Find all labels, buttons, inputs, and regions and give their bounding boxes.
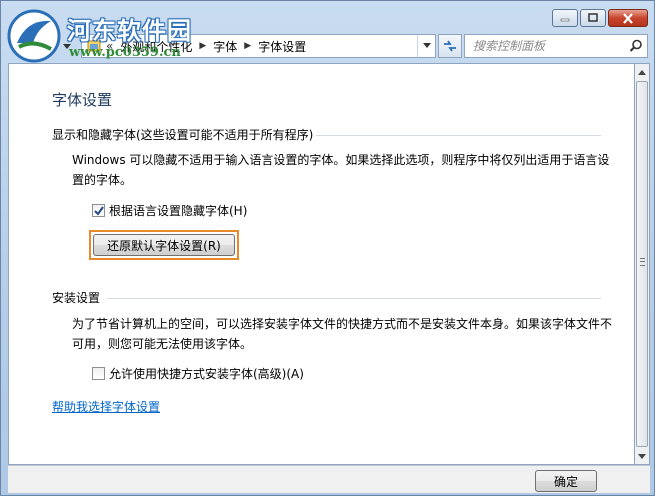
install-shortcut-checkbox-label[interactable]: 允许使用快捷方式安装字体(高级)(A) xyxy=(109,365,304,382)
watermark-logo-icon xyxy=(7,9,61,63)
scrollbar-grip-icon xyxy=(640,258,645,266)
section-divider xyxy=(107,298,601,299)
help-link[interactable]: 帮助我选择字体设置 xyxy=(52,398,160,415)
minimize-button[interactable] xyxy=(552,9,578,27)
install-shortcut-checkbox-row[interactable]: 允许使用快捷方式安装字体(高级)(A) xyxy=(92,365,304,382)
scroll-up-button[interactable] xyxy=(635,64,649,80)
refresh-button[interactable] xyxy=(438,34,462,58)
section-header-install: 安装设置 xyxy=(52,291,101,305)
hide-fonts-checkbox-row[interactable]: 根据语言设置隐藏字体(H) xyxy=(92,202,247,219)
maximize-icon xyxy=(588,13,598,22)
restore-button-highlight: 还原默认字体设置(R) xyxy=(89,230,239,260)
address-dropdown-button[interactable] xyxy=(417,35,435,57)
content-pane: 字体设置 显示和隐藏字体(这些设置可能不适用于所有程序) Windows 可以隐… xyxy=(8,63,634,465)
vertical-scrollbar[interactable] xyxy=(634,63,650,465)
search-icon[interactable] xyxy=(629,39,643,53)
chevron-down-icon xyxy=(422,43,431,48)
chevron-down-icon xyxy=(638,453,646,459)
refresh-icon xyxy=(444,40,456,52)
footer-bar: 确定 xyxy=(8,465,650,493)
install-shortcut-checkbox[interactable] xyxy=(92,367,105,380)
minimize-icon xyxy=(560,18,570,22)
section-divider xyxy=(316,135,601,136)
section-description-install: 为了节省计算机上的空间，可以选择安装字体文件的快捷方式而不是安装文件本身。如果该… xyxy=(72,317,613,351)
caption-buttons xyxy=(552,9,648,27)
ok-button[interactable]: 确定 xyxy=(535,470,597,492)
watermark-title: 河东软件园 xyxy=(67,16,192,45)
restore-default-fonts-button[interactable]: 还原默认字体设置(R) xyxy=(93,234,235,256)
hide-fonts-checkbox[interactable] xyxy=(92,204,105,217)
search-box[interactable] xyxy=(464,34,648,58)
scrollbar-thumb[interactable] xyxy=(636,81,648,447)
section-description-show-hide: Windows 可以隐藏不适用于输入语言设置的字体。如果选择此选项，则程序中将仅… xyxy=(72,153,610,187)
maximize-button[interactable] xyxy=(580,9,606,27)
checkmark-icon xyxy=(93,205,104,216)
close-button[interactable] xyxy=(608,9,648,27)
watermark: 河东软件园 www.pc0359.cn xyxy=(5,7,235,69)
page-title: 字体设置 xyxy=(52,91,113,109)
chevron-up-icon xyxy=(638,69,646,75)
search-input[interactable] xyxy=(473,39,647,53)
section-header-show-hide: 显示和隐藏字体(这些设置可能不适用于所有程序) xyxy=(52,128,314,142)
watermark-url: www.pc0359.cn xyxy=(69,45,181,60)
breadcrumb-separator-icon[interactable]: ▶ xyxy=(244,41,251,51)
close-icon xyxy=(623,12,633,24)
window-frame: 河东软件园 www.pc0359.cn « 外观和个性化 ▶ 字体 ▶ 字体设置 xyxy=(0,0,655,496)
hide-fonts-checkbox-label[interactable]: 根据语言设置隐藏字体(H) xyxy=(109,202,247,219)
breadcrumb-font-settings[interactable]: 字体设置 xyxy=(258,38,306,55)
scroll-down-button[interactable] xyxy=(635,448,649,464)
